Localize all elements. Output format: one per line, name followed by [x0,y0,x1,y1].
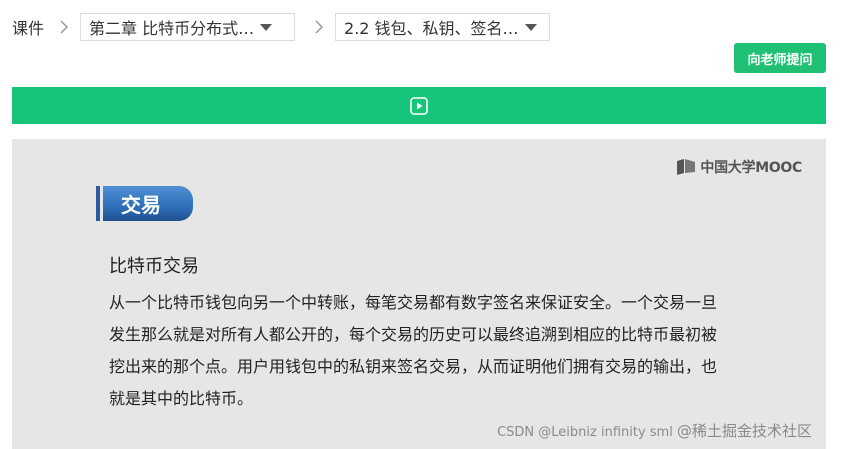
chapter-select-value: 第二章 比特币分布式… [89,19,255,38]
mooc-logo-text: 中国大学MOOC [700,160,802,176]
lesson-select-value: 2.2 钱包、私钥、签名… [344,19,519,38]
mooc-logo: 中国大学MOOC [676,157,802,177]
watermark-juejin: @稀土掘金技术社区 [676,422,812,440]
ask-teacher-button[interactable]: 向老师提问 [734,43,826,73]
play-icon[interactable] [410,96,428,115]
lesson-title: 比特币交易 [109,256,199,277]
mooc-logo-icon [677,159,696,175]
section-tag: 交易 [96,186,193,221]
caret-down-icon [524,23,537,31]
chapter-select[interactable]: 第二章 比特币分布式… [80,13,296,41]
slide-panel: 中国大学MOOC 交易 比特币交易 从一个比特币钱包向另一个中转账，每笔交易都有… [12,139,826,449]
breadcrumb-root[interactable]: 课件 [12,15,44,39]
section-tag-label: 交易 [103,186,193,221]
chevron-right-icon [54,12,74,42]
chevron-right-icon [309,12,329,42]
lesson-body-text: 从一个比特币钱包向另一个中转账，每笔交易都有数字签名来保证安全。一个交易一旦发生… [109,293,718,408]
lesson-select[interactable]: 2.2 钱包、私钥、签名… [335,13,551,41]
caret-down-icon [260,23,273,31]
section-tag-stripe [96,186,100,221]
watermark: CSDN @Leibniz infinity sml @稀土掘金技术社区 [497,420,812,441]
breadcrumb: 课件 第二章 比特币分布式… 2.2 钱包、私钥、签名… [12,12,564,42]
video-play-bar[interactable] [12,87,826,124]
watermark-csdn: CSDN @Leibniz infinity sml [497,425,673,440]
